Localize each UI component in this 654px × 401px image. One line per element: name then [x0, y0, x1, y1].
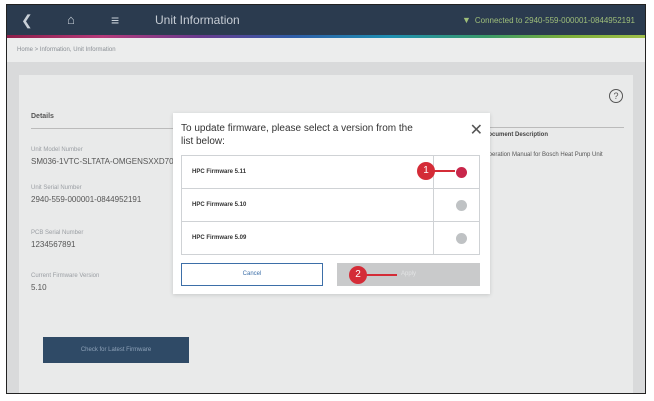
- document-item[interactable]: Operation Manual for Bosch Heat Pump Uni…: [484, 151, 624, 159]
- help-icon[interactable]: ?: [609, 89, 623, 103]
- firmware-option-label: HPC Firmware 5.09: [192, 235, 247, 241]
- pcb-serial-value: 1234567891: [31, 240, 76, 249]
- breadcrumb[interactable]: Home > Information, Unit Information: [17, 38, 116, 62]
- top-bar: ❮ ⌂ ≡ Unit Information ▼ Connected to 294…: [7, 5, 645, 35]
- radio-button-selected[interactable]: [456, 167, 467, 178]
- unit-model-label: Unit Model Number: [31, 147, 83, 153]
- documents-heading: Document Description: [484, 132, 549, 138]
- callout-1-badge: 1: [417, 162, 435, 180]
- page-title: Unit Information: [155, 13, 240, 27]
- firmware-option-509[interactable]: HPC Firmware 5.09: [182, 222, 479, 255]
- unit-serial-label: Unit Serial Number: [31, 185, 82, 191]
- callout-2-badge: 2: [349, 266, 367, 284]
- firmware-select-modal: To update firmware, please select a vers…: [173, 113, 490, 294]
- row-divider: [433, 189, 434, 221]
- row-divider: [433, 222, 434, 255]
- radio-button[interactable]: [456, 233, 467, 244]
- firmware-version-value: 5.10: [31, 283, 47, 292]
- wifi-icon: ▼: [461, 15, 471, 25]
- home-icon[interactable]: ⌂: [67, 5, 75, 35]
- radio-button[interactable]: [456, 200, 467, 211]
- firmware-option-label: HPC Firmware 5.11: [192, 169, 247, 175]
- close-icon[interactable]: ✕: [470, 123, 483, 139]
- firmware-version-label: Current Firmware Version: [31, 273, 100, 279]
- hamburger-menu-icon[interactable]: ≡: [111, 5, 119, 35]
- connection-status-text: Connected to 2940-559-000001-0844952191: [474, 16, 635, 25]
- documents-divider: [484, 127, 624, 128]
- pcb-serial-label: PCB Serial Number: [31, 230, 84, 236]
- unit-model-value: SM036-1VTC-SLTATA-OMGENSXXD70: [31, 157, 174, 166]
- modal-title: To update firmware, please select a vers…: [181, 123, 413, 147]
- firmware-option-510[interactable]: HPC Firmware 5.10: [182, 189, 479, 222]
- unit-serial-value: 2940-559-000001-0844952191: [31, 195, 142, 204]
- breadcrumb-bar: Home > Information, Unit Information: [7, 38, 645, 62]
- back-chevron-icon[interactable]: ❮: [21, 5, 33, 35]
- firmware-option-label: HPC Firmware 5.10: [192, 202, 247, 208]
- details-heading: Details: [31, 113, 54, 120]
- cancel-button[interactable]: Cancel: [181, 263, 323, 286]
- connection-status: ▼ Connected to 2940-559-000001-0844952191: [462, 5, 635, 36]
- check-firmware-button[interactable]: Check for Latest Firmware: [43, 337, 189, 363]
